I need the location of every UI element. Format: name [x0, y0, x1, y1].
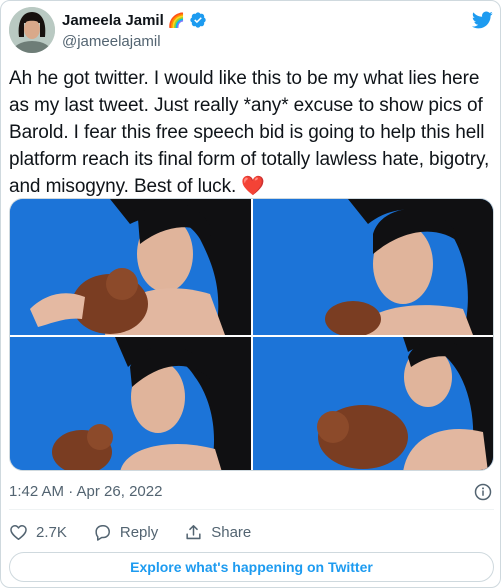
share-icon	[186, 524, 201, 539]
reply-button[interactable]: Reply	[93, 523, 158, 542]
tweet-photo-3[interactable]	[10, 337, 251, 470]
tweet-text: Ah he got twitter. I would like this to …	[9, 68, 490, 197]
share-label: Share	[211, 523, 252, 541]
author-handle[interactable]: @jameelajamil	[62, 33, 207, 50]
info-icon[interactable]	[474, 483, 492, 501]
explore-twitter-button[interactable]: Explore what's happening on Twitter	[9, 552, 494, 582]
tweet-photo-2[interactable]	[253, 199, 493, 335]
author-name[interactable]: Jameela Jamil	[62, 12, 164, 29]
avatar[interactable]	[9, 7, 55, 53]
like-count: 2.7K	[36, 523, 67, 541]
rainbow-emoji: 🌈	[167, 11, 186, 28]
divider	[9, 509, 494, 510]
twitter-logo-icon[interactable]	[470, 9, 494, 31]
tweet-meta: 1:42 AM · Apr 26, 2022	[9, 481, 494, 503]
tweet-photo-1[interactable]	[10, 199, 251, 335]
tweet-timestamp[interactable]: 1:42 AM · Apr 26, 2022	[9, 483, 162, 500]
tweet-photo-grid[interactable]	[9, 198, 494, 471]
tweet-photo-4[interactable]	[253, 337, 493, 470]
tweet-actions: 2.7K Reply Share	[9, 519, 277, 545]
reply-label: Reply	[119, 523, 159, 541]
heart-icon	[10, 524, 27, 540]
verified-badge-icon	[190, 12, 206, 28]
like-button[interactable]: 2.7K	[9, 523, 67, 542]
tweet-header: Jameela Jamil 🌈 @jameelajamil	[9, 7, 494, 57]
reply-icon	[95, 524, 110, 541]
author-info[interactable]: Jameela Jamil 🌈 @jameelajamil	[62, 10, 207, 50]
share-button[interactable]: Share	[184, 523, 251, 542]
embedded-tweet-card: Jameela Jamil 🌈 @jameelajamil Ah he got …	[0, 0, 501, 588]
